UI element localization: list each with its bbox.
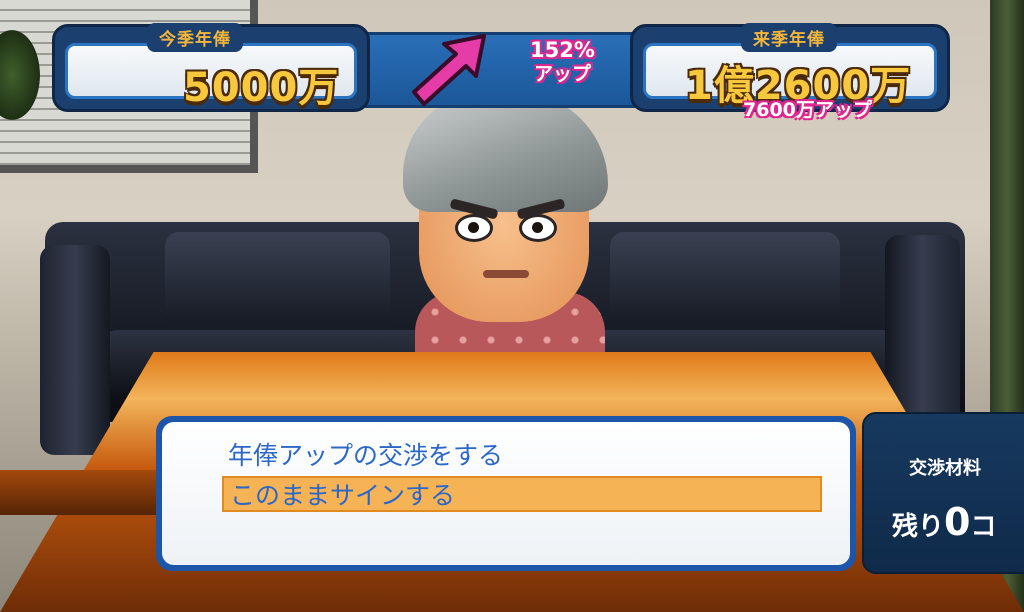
team-owner-character [395, 92, 625, 362]
negotiation-materials-box: 交渉材料 残り0コ [862, 412, 1024, 574]
current-salary-amount: 5000万 [183, 65, 340, 111]
up-arrow-icon [412, 34, 486, 106]
materials-title: 交渉材料 [909, 458, 981, 479]
salary-connector-strip [352, 32, 662, 108]
materials-prefix: 残り [892, 512, 945, 542]
next-salary-label: 来季年俸 [741, 23, 837, 52]
current-salary-label: 今季年俸 [147, 23, 243, 52]
sofa-arm-left [40, 245, 110, 455]
current-salary-panel: 今季年俸 5000万 [52, 23, 370, 112]
next-salary-panel: 来季年俸 1億2600万 7600万アップ [630, 23, 950, 121]
negotiate-raise-option[interactable]: 年俸アップの交渉をする [222, 438, 812, 474]
sign-contract-option[interactable]: このままサインする [222, 476, 822, 512]
materials-remaining: 残り0コ [892, 500, 996, 544]
character-eye [519, 214, 557, 242]
salary-header: 今季年俸 5000万 152% アップ 来季年俸 1億2600万 7600万アッ… [52, 23, 950, 121]
choice-dialog: 年俸アップの交渉をする このままサインする [156, 416, 856, 571]
desk-edge [0, 470, 160, 515]
character-eye [455, 214, 493, 242]
salary-change: 152% アップ [530, 38, 595, 86]
salary-change-word: アップ [533, 63, 591, 85]
salary-change-percent: 152% [530, 38, 595, 62]
materials-count: 0 [944, 500, 971, 544]
salary-raise-amount: 7600万アップ [743, 99, 872, 121]
plant-left [0, 30, 40, 120]
materials-suffix: コ [970, 512, 997, 542]
character-mouth [483, 270, 529, 278]
